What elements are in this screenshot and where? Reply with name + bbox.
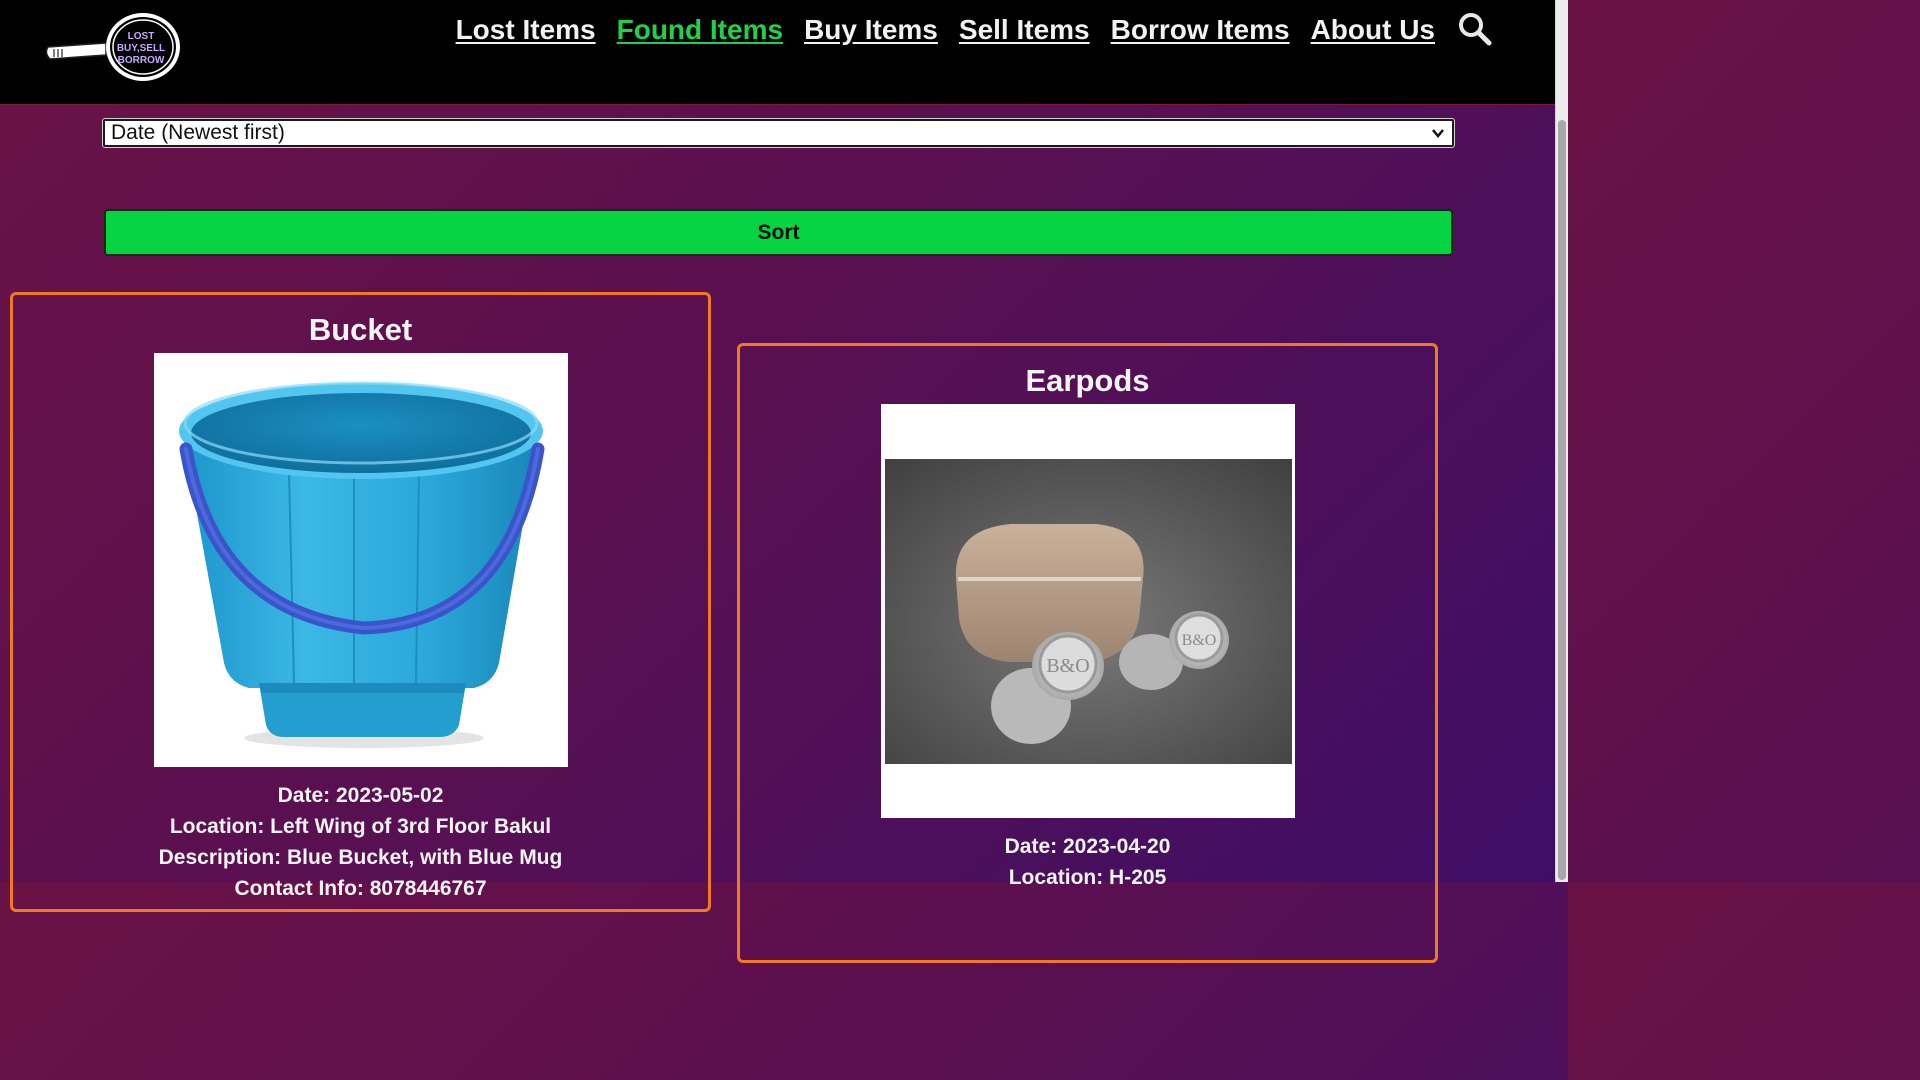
sort-order-value: Date (Newest first) bbox=[111, 121, 285, 144]
nav-about-us[interactable]: About Us bbox=[1311, 14, 1435, 46]
logo-text-line-2: BUY,SELL bbox=[117, 43, 165, 54]
search-icon[interactable] bbox=[1458, 12, 1492, 46]
item-location: Location: H-205 bbox=[1008, 866, 1167, 889]
logo-text-line-3: BORROW bbox=[118, 55, 165, 66]
item-details: Date: 2023-05-02 Location: Left Wing of … bbox=[13, 780, 708, 904]
sort-button[interactable]: Sort bbox=[104, 209, 1453, 256]
logo[interactable]: LOST BUY,SELL BORROW bbox=[44, 11, 184, 85]
item-contact: Contact Info: 8078446767 bbox=[234, 877, 487, 900]
item-date: Date: 2023-05-02 bbox=[277, 784, 444, 807]
item-title: Earpods bbox=[1025, 363, 1150, 398]
nav-buy-items[interactable]: Buy Items bbox=[804, 14, 938, 46]
item-location: Location: Left Wing of 3rd Floor Bakul bbox=[169, 815, 552, 838]
svg-text:B&O: B&O bbox=[1181, 632, 1216, 649]
page-scrollbar[interactable] bbox=[1555, 0, 1568, 882]
item-details: Date: 2023-04-20 Location: H-205 bbox=[740, 831, 1435, 893]
item-title: Bucket bbox=[308, 312, 413, 347]
item-date: Date: 2023-04-20 bbox=[1004, 835, 1171, 858]
logo-text-line-1: LOST bbox=[128, 31, 155, 42]
nav-lost-items[interactable]: Lost Items bbox=[456, 14, 596, 46]
nav-sell-items[interactable]: Sell Items bbox=[959, 14, 1090, 46]
item-description: Description: Blue Bucket, with Blue Mug bbox=[158, 846, 563, 869]
main-nav: Lost Items Found Items Buy Items Sell It… bbox=[456, 14, 1490, 46]
item-card[interactable]: Bucket Date: 2023-05-02 Location: Left W… bbox=[10, 292, 711, 912]
sort-order-select[interactable]: Date (Newest first) bbox=[102, 118, 1455, 148]
item-card[interactable]: Earpods B&O B&O Date: 2023-04-20 Locatio… bbox=[737, 343, 1438, 963]
top-navigation-bar: LOST BUY,SELL BORROW Lost Items Found It… bbox=[0, 0, 1556, 105]
nav-found-items[interactable]: Found Items bbox=[617, 14, 783, 46]
blue-bucket-photo bbox=[153, 353, 568, 767]
earbuds-photo: B&O B&O bbox=[880, 404, 1295, 818]
nav-borrow-items[interactable]: Borrow Items bbox=[1111, 14, 1290, 46]
chevron-down-icon bbox=[1432, 129, 1444, 138]
scrollbar-thumb[interactable] bbox=[1558, 120, 1566, 880]
svg-text:B&O: B&O bbox=[1046, 655, 1089, 677]
